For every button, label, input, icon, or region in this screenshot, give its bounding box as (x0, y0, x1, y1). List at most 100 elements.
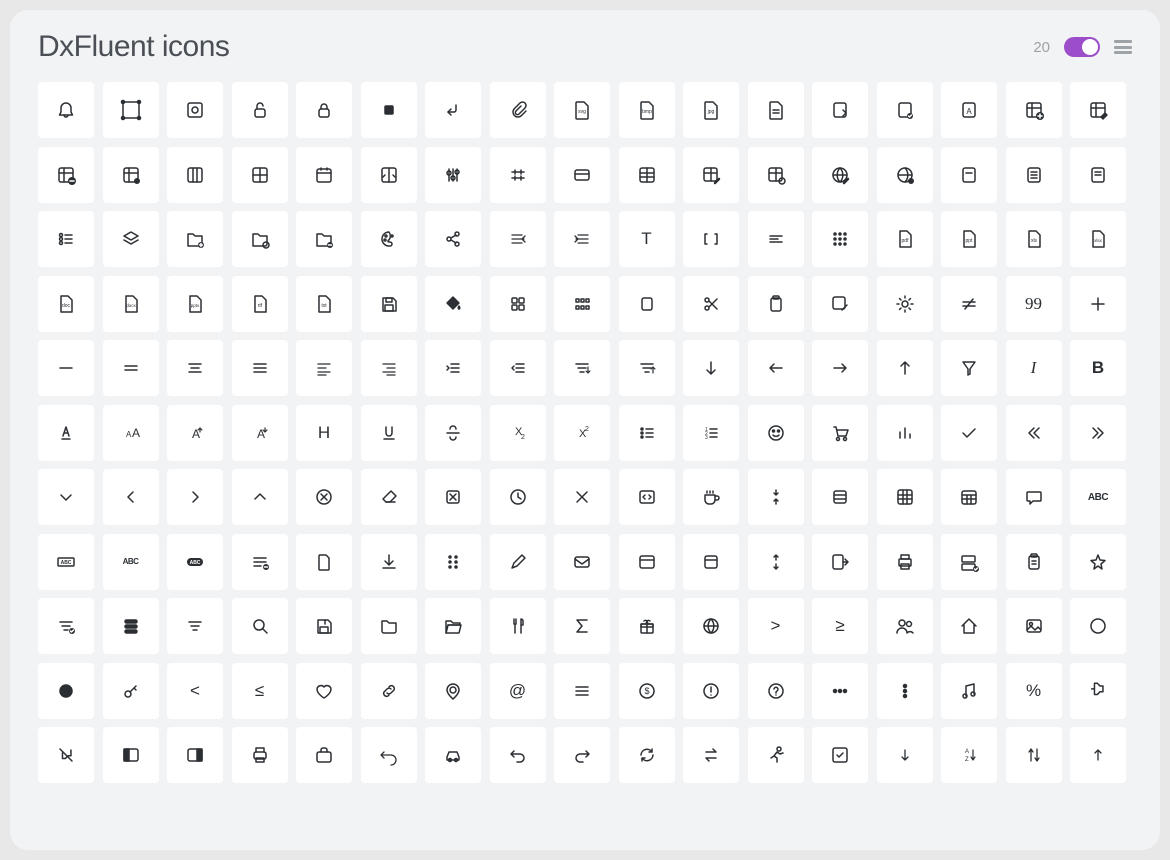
up-sm-icon[interactable] (1070, 727, 1126, 783)
car-icon[interactable] (425, 727, 481, 783)
abc-box-icon[interactable]: ABC (38, 534, 94, 590)
file-txt-icon[interactable]: txt (296, 276, 352, 332)
enter-icon[interactable] (425, 82, 481, 138)
music-icon[interactable] (941, 663, 997, 719)
list-minus-icon[interactable] (232, 534, 288, 590)
grid-plus-icon[interactable] (1006, 82, 1062, 138)
chevron-down-icon[interactable] (38, 469, 94, 525)
grid-dots-icon[interactable] (554, 276, 610, 332)
x-icon[interactable] (554, 469, 610, 525)
clock-icon[interactable] (490, 469, 546, 525)
chevron-right-icon[interactable] (167, 469, 223, 525)
sigma-icon[interactable] (554, 598, 610, 654)
utensils-icon[interactable] (490, 598, 546, 654)
pencil-icon[interactable] (490, 534, 546, 590)
filter-v-icon[interactable] (554, 340, 610, 396)
abc-small-icon[interactable]: ABC (103, 534, 159, 590)
home-icon[interactable] (941, 598, 997, 654)
folder-open-icon[interactable] (425, 598, 481, 654)
filter-icon[interactable] (167, 598, 223, 654)
mail-icon[interactable] (554, 534, 610, 590)
font-down-icon[interactable]: A (232, 405, 288, 461)
code-box-icon[interactable] (619, 469, 675, 525)
document-icon[interactable] (296, 534, 352, 590)
bold-icon[interactable]: B (1070, 340, 1126, 396)
cart-icon[interactable] (812, 405, 868, 461)
italic-icon[interactable]: I (1006, 340, 1062, 396)
clipboard-icon[interactable] (748, 276, 804, 332)
select-icon[interactable] (103, 82, 159, 138)
save-alt-icon[interactable] (296, 598, 352, 654)
text-center-icon[interactable] (167, 340, 223, 396)
card-icon[interactable] (554, 147, 610, 203)
globe-check-icon[interactable] (877, 147, 933, 203)
server-check-icon[interactable] (941, 534, 997, 590)
sliders-icon[interactable] (425, 147, 481, 203)
dollar-icon[interactable]: $ (619, 663, 675, 719)
file-doc-icon[interactable]: doc (38, 276, 94, 332)
palette-icon[interactable] (361, 211, 417, 267)
file-bmp-icon[interactable]: bmp (619, 82, 675, 138)
indent-icon[interactable] (425, 340, 481, 396)
app-icon[interactable] (683, 534, 739, 590)
globe-edit-icon[interactable] (812, 147, 868, 203)
stack-icon[interactable] (812, 469, 868, 525)
folder-add-icon[interactable] (296, 211, 352, 267)
coffee-icon[interactable] (683, 469, 739, 525)
arrow-down-icon[interactable] (683, 340, 739, 396)
grid-columns-icon[interactable] (167, 147, 223, 203)
heart-icon[interactable] (296, 663, 352, 719)
grid-2x2-icon[interactable] (490, 276, 546, 332)
pushpin-icon[interactable] (1070, 663, 1126, 719)
lock-icon[interactable] (296, 82, 352, 138)
filter-funnel-icon[interactable] (941, 340, 997, 396)
share-icon[interactable] (425, 211, 481, 267)
grid-expand-icon[interactable] (361, 147, 417, 203)
arrow-right-icon[interactable] (812, 340, 868, 396)
grid-remove-icon[interactable] (38, 147, 94, 203)
note-lines-icon[interactable] (1006, 147, 1062, 203)
less-icon[interactable]: < (167, 663, 223, 719)
alert-icon[interactable] (683, 663, 739, 719)
dots-h-icon[interactable] (812, 663, 868, 719)
file-xls-icon[interactable]: xls (1006, 211, 1062, 267)
file-arrow-icon[interactable] (812, 82, 868, 138)
window-icon[interactable] (619, 534, 675, 590)
minus-icon[interactable] (38, 340, 94, 396)
calendar-grid-icon[interactable] (941, 469, 997, 525)
file-pdf-icon[interactable]: pdf (877, 211, 933, 267)
printer-icon[interactable] (877, 534, 933, 590)
refresh-icon[interactable] (619, 727, 675, 783)
file-docx-icon[interactable]: docx (103, 276, 159, 332)
greater-icon[interactable]: > (748, 598, 804, 654)
bullets-icon[interactable] (619, 405, 675, 461)
gear-icon[interactable] (877, 276, 933, 332)
users-icon[interactable] (877, 598, 933, 654)
measure-icon[interactable] (490, 147, 546, 203)
align-left-sm-icon[interactable] (748, 211, 804, 267)
attachment-icon[interactable] (490, 82, 546, 138)
save-icon[interactable] (361, 276, 417, 332)
grid-date-icon[interactable] (296, 147, 352, 203)
align-right-icon[interactable] (361, 340, 417, 396)
hamburger-icon[interactable] (232, 340, 288, 396)
exit-icon[interactable] (812, 534, 868, 590)
help-icon[interactable] (748, 663, 804, 719)
print-icon[interactable] (232, 727, 288, 783)
at-icon[interactable]: @ (490, 663, 546, 719)
font-up-icon[interactable]: A (167, 405, 223, 461)
table-edit-icon[interactable] (683, 147, 739, 203)
underline-icon[interactable] (361, 405, 417, 461)
subscript-icon[interactable]: X2 (490, 405, 546, 461)
greater-eq-icon[interactable]: ≥ (812, 598, 868, 654)
view-toggle[interactable] (1064, 37, 1100, 57)
less-eq-icon[interactable]: ≤ (232, 663, 288, 719)
note-page-icon[interactable] (1070, 147, 1126, 203)
superscript-icon[interactable]: X2 (554, 405, 610, 461)
bounding-box-icon[interactable] (167, 82, 223, 138)
x-circle-icon[interactable] (296, 469, 352, 525)
pin-icon[interactable] (425, 663, 481, 719)
filter-up-icon[interactable] (619, 340, 675, 396)
eraser-icon[interactable] (361, 469, 417, 525)
star-icon[interactable] (1070, 534, 1126, 590)
